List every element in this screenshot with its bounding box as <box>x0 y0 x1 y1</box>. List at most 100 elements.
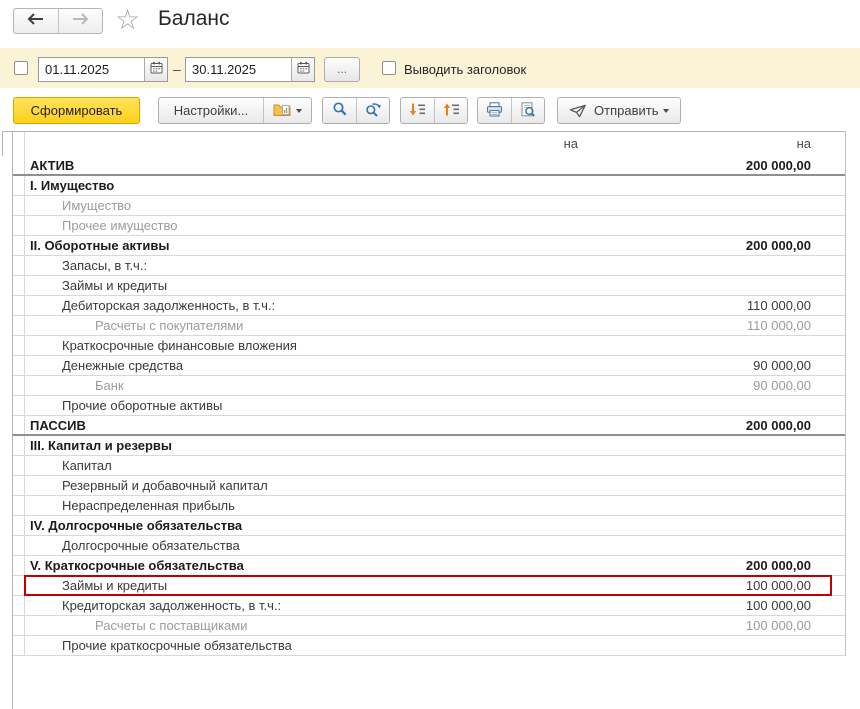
report-row-value[interactable] <box>582 276 815 295</box>
send-button[interactable]: Отправить <box>558 98 680 123</box>
report-row-label[interactable]: Прочие краткосрочные обязательства <box>25 636 582 655</box>
row-gutter <box>815 376 845 395</box>
row-gutter <box>13 316 25 335</box>
report-row-value[interactable]: 100 000,00 <box>582 576 815 595</box>
print-preview-button[interactable] <box>511 98 544 123</box>
report-row-label[interactable]: Денежные средства <box>25 356 582 375</box>
show-header-label[interactable]: Выводить заголовок <box>404 62 526 77</box>
report-row-label[interactable]: V. Краткосрочные обязательства <box>25 556 582 575</box>
print-preview-icon <box>520 102 536 120</box>
report-row-value[interactable] <box>582 636 815 655</box>
report-row-label[interactable]: Прочее имущество <box>25 216 582 235</box>
report-row-value[interactable] <box>582 216 815 235</box>
period-more-button[interactable]: ... <box>324 57 360 82</box>
report-row-value[interactable] <box>582 436 815 455</box>
report-row-label[interactable]: Прочие оборотные активы <box>25 396 582 415</box>
report-row-label[interactable]: АКТИВ <box>25 156 582 174</box>
report-row-value[interactable] <box>582 336 815 355</box>
show-header-checkbox[interactable] <box>382 61 396 75</box>
report-row-value[interactable] <box>582 396 815 415</box>
report-row-label[interactable]: Расчеты с покупателями <box>25 316 582 335</box>
report-row-label[interactable]: Резервный и добавочный капитал <box>25 476 582 495</box>
generate-button[interactable]: Сформировать <box>13 97 140 124</box>
collapse-groups-button[interactable] <box>434 98 467 123</box>
report-header-row: на на <box>13 132 845 156</box>
report-row-label[interactable]: Краткосрочные финансовые вложения <box>25 336 582 355</box>
report-row-label[interactable]: Имущество <box>25 196 582 215</box>
search-group <box>322 97 390 124</box>
report-row-label[interactable]: IV. Долгосрочные обязательства <box>25 516 582 535</box>
report-row-value[interactable] <box>582 196 815 215</box>
report-row-label[interactable]: ПАССИВ <box>25 416 582 434</box>
report-row-value[interactable] <box>582 516 815 535</box>
report-row-value[interactable]: 100 000,00 <box>582 596 815 615</box>
filter-bar: – ... Выводить заголовок <box>0 48 860 88</box>
settings-group: Настройки... <box>158 97 312 124</box>
report-row-value[interactable] <box>582 456 815 475</box>
column-header-period1[interactable]: на <box>25 132 582 156</box>
report-row-value[interactable] <box>582 476 815 495</box>
period-from-input[interactable] <box>39 58 144 81</box>
period-from-field <box>38 57 168 82</box>
report-row-label[interactable]: Займы и кредиты <box>25 276 582 295</box>
expand-groups-button[interactable] <box>401 98 434 123</box>
column-header-period2[interactable]: на <box>582 132 815 156</box>
row-gutter <box>815 356 845 375</box>
report-row-label[interactable]: Дебиторская задолженность, в т.ч.: <box>25 296 582 315</box>
report-row-label[interactable]: Запасы, в т.ч.: <box>25 256 582 275</box>
row-gutter <box>815 636 845 655</box>
period-to-field <box>185 57 315 82</box>
favorite-star-icon[interactable]: ☆ <box>115 4 140 36</box>
period-checkbox[interactable] <box>14 61 28 75</box>
forward-button[interactable] <box>58 9 103 33</box>
period-to-input[interactable] <box>186 58 291 81</box>
back-arrow-icon <box>27 12 45 30</box>
report-row-value[interactable]: 100 000,00 <box>582 616 815 635</box>
report-row-value[interactable]: 200 000,00 <box>582 156 815 174</box>
report-row-label[interactable]: Банк <box>25 376 582 395</box>
report-row-value[interactable]: 90 000,00 <box>582 376 815 395</box>
row-gutter <box>815 296 845 315</box>
period-from-calendar-button[interactable] <box>144 58 167 81</box>
row-gutter <box>13 596 25 615</box>
report-variant-folder-icon <box>273 102 291 119</box>
report-row-label[interactable]: Расчеты с поставщиками <box>25 616 582 635</box>
report-row-value[interactable] <box>582 496 815 515</box>
row-gutter <box>815 476 845 495</box>
report-row-value[interactable]: 200 000,00 <box>582 416 815 434</box>
report-row-label[interactable]: Капитал <box>25 456 582 475</box>
report-row-value[interactable]: 110 000,00 <box>582 296 815 315</box>
report-row-label[interactable]: III. Капитал и резервы <box>25 436 582 455</box>
report-row: Резервный и добавочный капитал <box>13 476 845 496</box>
report-row-value[interactable]: 200 000,00 <box>582 556 815 575</box>
report-row-label[interactable]: Нераспределенная прибыль <box>25 496 582 515</box>
row-gutter <box>13 132 25 156</box>
report-row-value[interactable] <box>582 176 815 195</box>
report-row-label[interactable]: Кредиторская задолженность, в т.ч.: <box>25 596 582 615</box>
report-variants-button[interactable] <box>263 98 311 123</box>
find-next-button[interactable] <box>356 98 389 123</box>
report-row-value[interactable] <box>582 536 815 555</box>
report-window: ☆ Баланс – ... Выводить заголовок Сформи <box>0 0 860 709</box>
report-row-value[interactable]: 200 000,00 <box>582 236 815 255</box>
report-row-label[interactable]: Займы и кредиты <box>25 576 582 595</box>
report-row-label[interactable]: I. Имущество <box>25 176 582 195</box>
find-button[interactable] <box>323 98 356 123</box>
row-gutter <box>13 336 25 355</box>
report-row-value[interactable]: 90 000,00 <box>582 356 815 375</box>
report-row-label[interactable]: Долгосрочные обязательства <box>25 536 582 555</box>
report-row: Долгосрочные обязательства <box>13 536 845 556</box>
row-gutter <box>13 376 25 395</box>
back-button[interactable] <box>14 9 58 33</box>
history-nav <box>13 8 103 34</box>
row-gutter <box>815 576 845 595</box>
calendar-icon <box>297 61 310 79</box>
period-to-calendar-button[interactable] <box>291 58 314 81</box>
report-row-value[interactable] <box>582 256 815 275</box>
print-button[interactable] <box>478 98 511 123</box>
report-row-label[interactable]: II. Оборотные активы <box>25 236 582 255</box>
row-gutter <box>13 456 25 475</box>
report-row-value[interactable]: 110 000,00 <box>582 316 815 335</box>
row-gutter <box>815 176 845 195</box>
settings-button[interactable]: Настройки... <box>159 98 263 123</box>
